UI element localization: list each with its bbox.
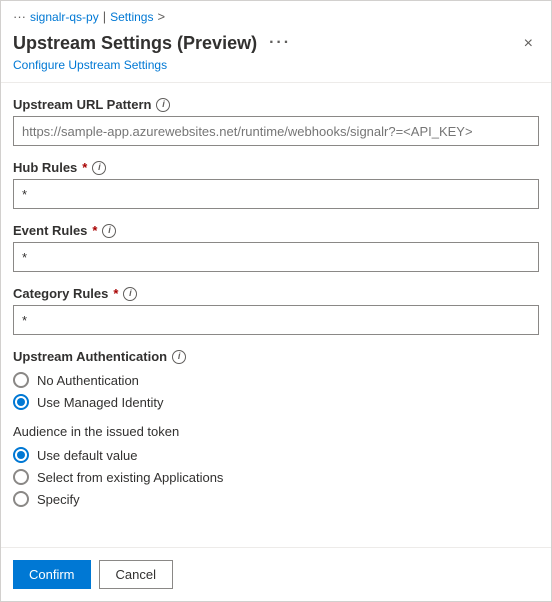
header-left: Upstream Settings (Preview) ··· (13, 32, 295, 54)
audience-title: Audience in the issued token (13, 424, 539, 439)
event-rules-field: Event Rules * i (13, 223, 539, 272)
close-button[interactable]: × (518, 32, 539, 56)
breadcrumb-dots: ··· (13, 9, 26, 24)
category-rules-field: Category Rules * i (13, 286, 539, 335)
hub-rules-input[interactable] (13, 179, 539, 209)
audience-radio-group: Use default value Select from existing A… (13, 447, 539, 507)
audience-section: Audience in the issued token Use default… (13, 424, 539, 507)
panel-header: Upstream Settings (Preview) ··· × (1, 28, 551, 58)
breadcrumb-link-settings[interactable]: Settings (110, 10, 153, 24)
auth-radio-group: No Authentication Use Managed Identity (13, 372, 539, 410)
specify-label: Specify (37, 492, 80, 507)
breadcrumb-sep1: | (103, 9, 106, 24)
hub-rules-label: Hub Rules * i (13, 160, 539, 175)
event-rules-label: Event Rules * i (13, 223, 539, 238)
breadcrumb-sep2: > (157, 9, 165, 24)
form-body: Upstream URL Pattern i Hub Rules * i Eve… (1, 83, 551, 547)
managed-identity-label: Use Managed Identity (37, 395, 163, 410)
upstream-settings-panel: ··· signalr-qs-py | Settings > Upstream … (0, 0, 552, 602)
default-value-option[interactable]: Use default value (13, 447, 539, 463)
no-auth-option[interactable]: No Authentication (13, 372, 539, 388)
event-rules-required: * (92, 223, 97, 238)
existing-apps-option[interactable]: Select from existing Applications (13, 469, 539, 485)
default-value-radio[interactable] (13, 447, 29, 463)
upstream-auth-section: Upstream Authentication i No Authenticat… (13, 349, 539, 410)
more-options-icon[interactable]: ··· (265, 32, 295, 54)
default-value-label: Use default value (37, 448, 137, 463)
no-auth-radio[interactable] (13, 372, 29, 388)
panel-footer: Confirm Cancel (1, 547, 551, 601)
no-auth-label: No Authentication (37, 373, 139, 388)
url-pattern-label: Upstream URL Pattern i (13, 97, 539, 112)
hub-rules-info-icon[interactable]: i (92, 161, 106, 175)
upstream-auth-info-icon[interactable]: i (172, 350, 186, 364)
managed-identity-radio[interactable] (13, 394, 29, 410)
breadcrumb: ··· signalr-qs-py | Settings > (1, 1, 551, 28)
existing-apps-radio[interactable] (13, 469, 29, 485)
event-rules-input[interactable] (13, 242, 539, 272)
url-pattern-info-icon[interactable]: i (156, 98, 170, 112)
upstream-auth-label: Upstream Authentication i (13, 349, 539, 364)
specify-radio[interactable] (13, 491, 29, 507)
category-rules-input[interactable] (13, 305, 539, 335)
category-rules-info-icon[interactable]: i (123, 287, 137, 301)
url-pattern-field: Upstream URL Pattern i (13, 97, 539, 146)
hub-rules-required: * (82, 160, 87, 175)
panel-title: Upstream Settings (Preview) (13, 33, 257, 54)
managed-identity-option[interactable]: Use Managed Identity (13, 394, 539, 410)
category-rules-required: * (113, 286, 118, 301)
confirm-button[interactable]: Confirm (13, 560, 91, 589)
existing-apps-label: Select from existing Applications (37, 470, 223, 485)
url-pattern-input[interactable] (13, 116, 539, 146)
cancel-button[interactable]: Cancel (99, 560, 173, 589)
event-rules-info-icon[interactable]: i (102, 224, 116, 238)
panel-subtitle: Configure Upstream Settings (1, 58, 551, 82)
hub-rules-field: Hub Rules * i (13, 160, 539, 209)
breadcrumb-link-signalr[interactable]: signalr-qs-py (30, 10, 99, 24)
category-rules-label: Category Rules * i (13, 286, 539, 301)
specify-option[interactable]: Specify (13, 491, 539, 507)
